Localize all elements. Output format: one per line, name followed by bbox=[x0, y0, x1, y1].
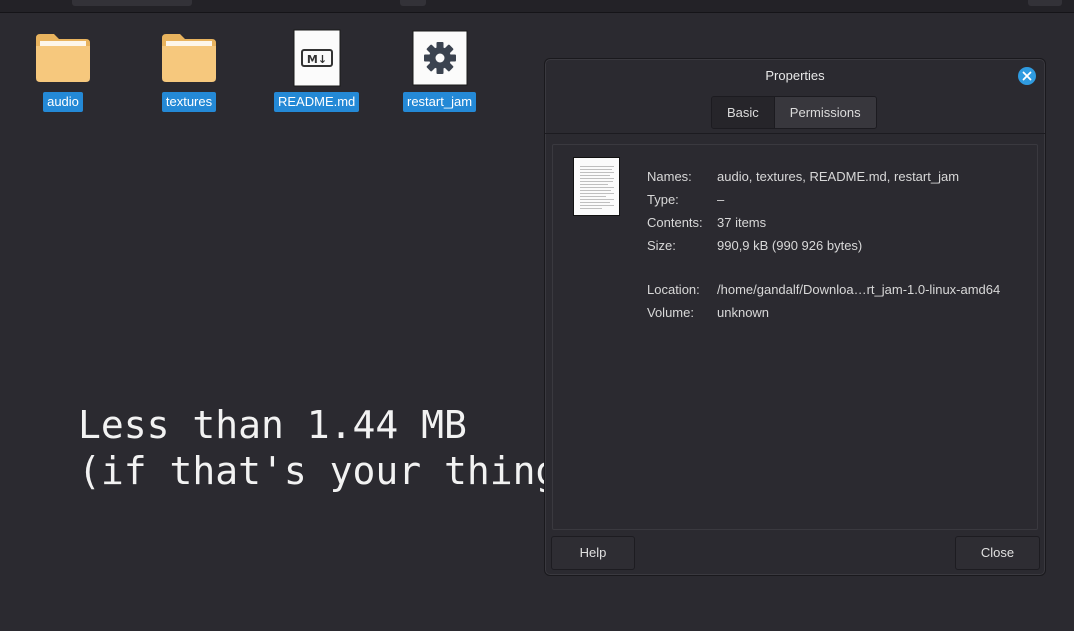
caption-overlay: Less than 1.44 MB (if that's your thing) bbox=[78, 402, 581, 494]
file-item-audio[interactable]: audio bbox=[33, 28, 93, 112]
property-label: Names: bbox=[647, 169, 692, 184]
property-row: Contents: 37 items bbox=[647, 211, 1000, 234]
toolbar-segment[interactable] bbox=[400, 0, 426, 6]
folder-icon bbox=[33, 28, 93, 88]
toolbar-segment[interactable] bbox=[72, 0, 192, 6]
document-icon bbox=[573, 157, 620, 216]
property-label: Volume: bbox=[647, 305, 694, 320]
properties-list: Names: audio, textures, README.md, resta… bbox=[647, 165, 1000, 324]
property-value-type: – bbox=[717, 192, 725, 207]
property-row: Volume: unknown bbox=[647, 301, 1000, 324]
close-button[interactable]: Close bbox=[955, 536, 1040, 570]
file-label: textures bbox=[161, 92, 217, 112]
toolbar-segment[interactable] bbox=[1028, 0, 1062, 6]
properties-panel: Names: audio, textures, README.md, resta… bbox=[552, 144, 1038, 530]
property-row: Location: /home/gandalf/Downloa…rt_jam-1… bbox=[647, 278, 1000, 301]
property-label: Size: bbox=[647, 238, 676, 253]
close-icon[interactable] bbox=[1018, 67, 1036, 85]
gear-executable-icon bbox=[410, 28, 470, 88]
file-label: audio bbox=[43, 92, 83, 112]
markdown-badge: M↓ bbox=[307, 53, 327, 66]
tab-bar: Basic Permissions bbox=[711, 96, 877, 129]
top-toolbar bbox=[0, 0, 1074, 13]
help-button[interactable]: Help bbox=[551, 536, 635, 570]
divider bbox=[545, 133, 1045, 134]
tab-permissions[interactable]: Permissions bbox=[773, 97, 876, 128]
property-value-contents: 37 items bbox=[717, 215, 767, 230]
property-value-volume: unknown bbox=[717, 305, 770, 320]
file-item-textures[interactable]: textures bbox=[159, 28, 219, 112]
property-value-names: audio, textures, README.md, restart_jam bbox=[717, 169, 960, 184]
properties-dialog: Properties Basic Permissions Names: audi… bbox=[544, 58, 1046, 576]
caption-line: (if that's your thing) bbox=[78, 449, 582, 493]
file-label: restart_jam bbox=[403, 92, 477, 112]
file-item-restart-jam[interactable]: restart_jam bbox=[403, 28, 477, 112]
property-value-size: 990,9 kB (990 926 bytes) bbox=[717, 238, 863, 253]
file-item-readme[interactable]: M↓ README.md bbox=[274, 28, 360, 112]
file-label: README.md bbox=[274, 92, 360, 112]
property-row: Names: audio, textures, README.md, resta… bbox=[647, 165, 1000, 188]
property-value-location: /home/gandalf/Downloa…rt_jam-1.0-linux-a… bbox=[717, 282, 1001, 297]
property-label: Type: bbox=[647, 192, 679, 207]
property-label: Contents: bbox=[647, 215, 703, 230]
property-row: Size: 990,9 kB (990 926 bytes) bbox=[647, 234, 1000, 257]
caption-line: Less than 1.44 MB bbox=[78, 403, 467, 447]
property-label: Location: bbox=[647, 282, 700, 297]
folder-icon bbox=[159, 28, 219, 88]
tab-basic[interactable]: Basic bbox=[712, 97, 774, 128]
dialog-title: Properties bbox=[765, 68, 825, 83]
property-row: Type: – bbox=[647, 188, 1000, 211]
markdown-file-icon: M↓ bbox=[287, 28, 347, 88]
